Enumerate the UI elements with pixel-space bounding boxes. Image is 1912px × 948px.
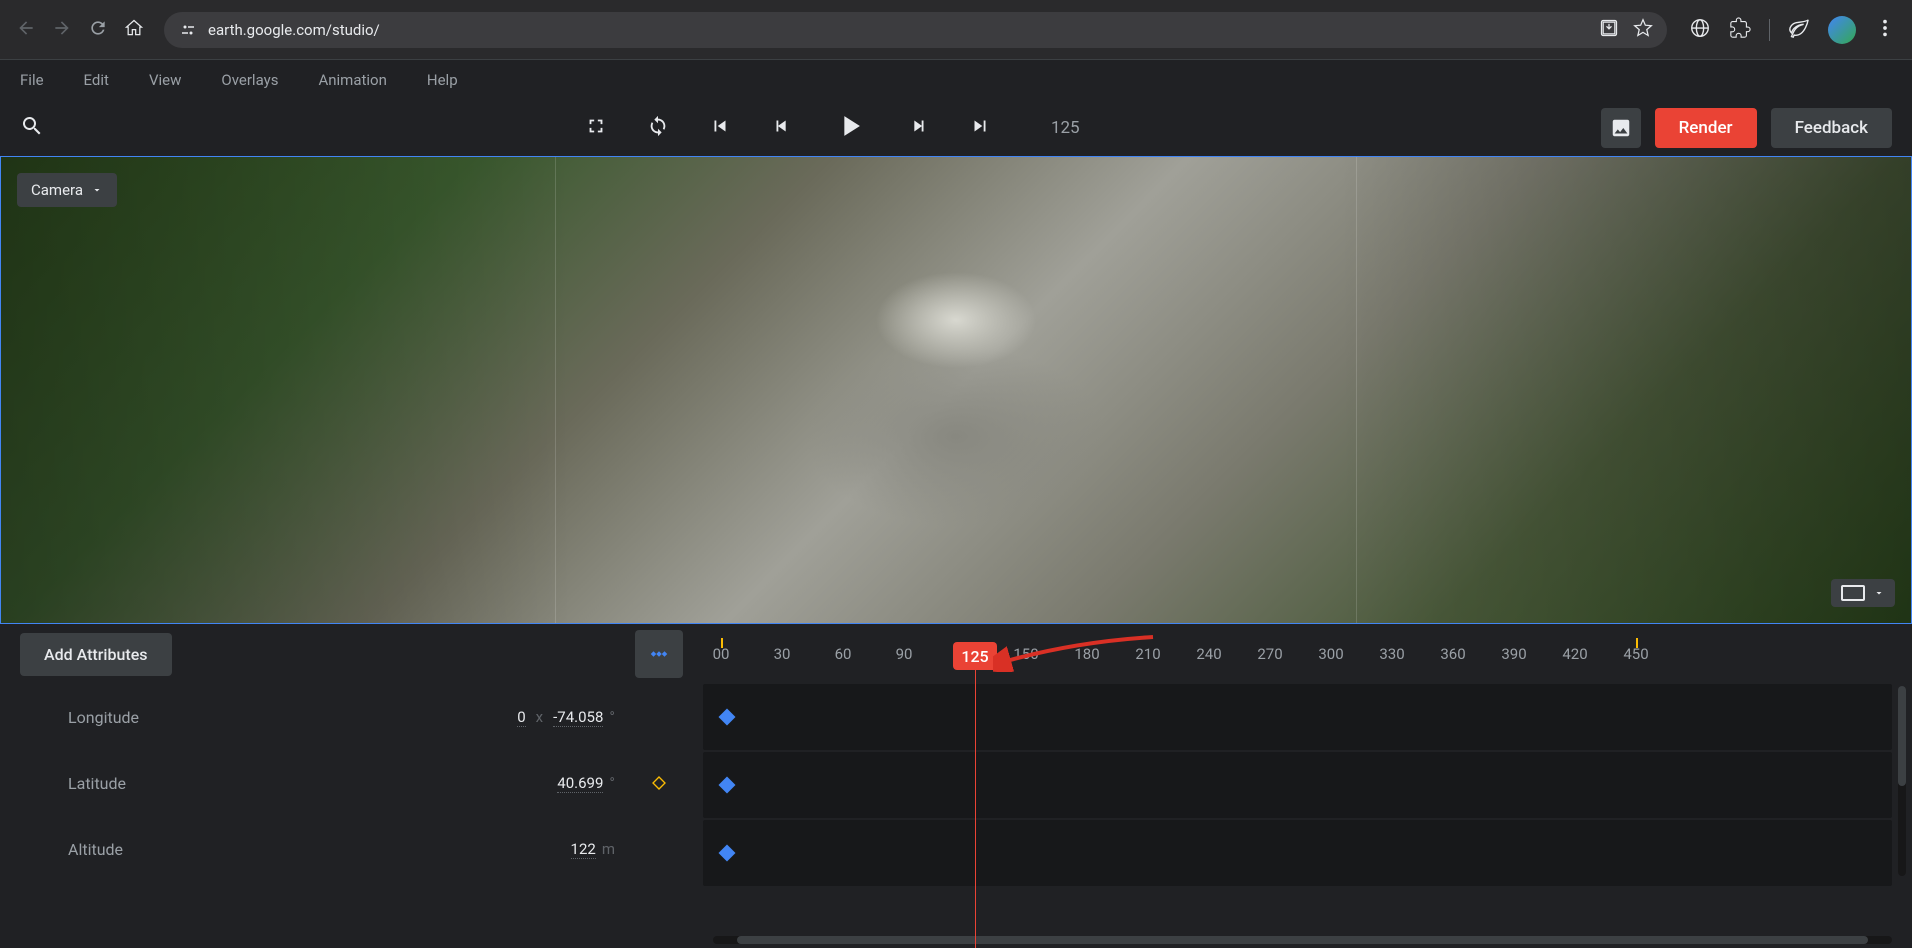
add-attributes-button[interactable]: Add Attributes [20, 633, 172, 676]
search-icon[interactable] [20, 123, 44, 142]
attr-row-latitude: Latitude 40.699 ° [0, 750, 703, 816]
ruler-tick: 00 [713, 645, 730, 663]
browser-chrome: earth.google.com/studio/ [0, 0, 1912, 60]
aspect-dropdown[interactable] [1831, 579, 1895, 607]
attr-label: Altitude [68, 840, 571, 859]
menu-help[interactable]: Help [427, 71, 458, 89]
menu-overlays[interactable]: Overlays [221, 71, 278, 89]
timeline-right: 00 30 60 90 150 180 210 240 270 300 330 … [703, 624, 1912, 948]
render-button[interactable]: Render [1655, 108, 1757, 148]
kebab-menu-icon[interactable] [1874, 17, 1896, 43]
camera-label: Camera [31, 181, 83, 199]
keyframe-diamond[interactable] [719, 777, 736, 794]
snapshot-button[interactable] [1601, 108, 1641, 148]
keyframe-toggle[interactable] [635, 775, 683, 791]
attr-label: Longitude [68, 708, 517, 727]
scrollbar-thumb[interactable] [737, 936, 1869, 944]
camera-dropdown[interactable]: Camera [17, 173, 117, 207]
track-altitude[interactable] [703, 820, 1892, 886]
skip-start-icon[interactable] [709, 115, 731, 141]
url-bar[interactable]: earth.google.com/studio/ [164, 12, 1667, 48]
step-forward-icon[interactable] [907, 115, 929, 141]
play-button[interactable] [833, 109, 867, 147]
ruler-tick: 360 [1440, 645, 1465, 663]
attr-value[interactable]: 40.699 ° [557, 774, 615, 793]
bookmark-icon[interactable] [1633, 18, 1653, 42]
chevron-down-icon [1873, 587, 1885, 599]
skip-end-icon[interactable] [969, 115, 991, 141]
diamond-outline-icon [651, 775, 667, 791]
menu-bar: File Edit View Overlays Animation Help [0, 60, 1912, 100]
scrollbar-vertical[interactable] [1898, 686, 1906, 876]
viewport-guide-right [1356, 157, 1357, 623]
extensions-icon[interactable] [1729, 17, 1751, 43]
toolbar: 125 Render Feedback [0, 100, 1912, 156]
track-longitude[interactable] [703, 684, 1892, 750]
viewport-overlay [1, 157, 1911, 623]
ruler-tick: 30 [774, 645, 791, 663]
ruler-tick: 90 [896, 645, 913, 663]
leaf-icon[interactable] [1788, 17, 1810, 43]
keyframe-diamond-icon [648, 643, 670, 665]
attr-value[interactable]: 122 m [571, 840, 615, 859]
reload-button[interactable] [88, 18, 108, 42]
attr-row-altitude: Altitude 122 m [0, 816, 703, 882]
keyframe-diamond[interactable] [719, 709, 736, 726]
menu-edit[interactable]: Edit [84, 71, 109, 89]
annotation-arrow [993, 632, 1163, 672]
viewport-guide-left [555, 157, 556, 623]
home-button[interactable] [124, 18, 144, 42]
range-end-marker[interactable] [1636, 638, 1638, 648]
step-back-icon[interactable] [771, 115, 793, 141]
attr-label: Latitude [68, 774, 557, 793]
menu-view[interactable]: View [149, 71, 181, 89]
nav-arrows [16, 18, 144, 42]
timeline-ruler[interactable]: 00 30 60 90 150 180 210 240 270 300 330 … [703, 624, 1912, 684]
attr-row-longitude: Longitude 0 x -74.058 ° [0, 684, 703, 750]
back-button[interactable] [16, 18, 36, 42]
scrollbar-thumb[interactable] [1898, 686, 1906, 786]
loop-icon[interactable] [647, 115, 669, 141]
site-settings-icon[interactable] [178, 20, 198, 40]
viewport[interactable]: Camera [0, 156, 1912, 624]
profile-avatar[interactable] [1828, 16, 1856, 44]
chevron-down-icon [91, 184, 103, 196]
fullscreen-icon[interactable] [585, 115, 607, 141]
feedback-button[interactable]: Feedback [1771, 108, 1892, 148]
scrollbar-horizontal[interactable] [713, 936, 1892, 944]
playhead[interactable]: 125 [953, 642, 997, 670]
frame-counter[interactable]: 125 [1051, 118, 1080, 138]
menu-animation[interactable]: Animation [318, 71, 386, 89]
ruler-tick: 60 [835, 645, 852, 663]
timeline-panel: Add Attributes Longitude 0 x -74.058 ° L… [0, 624, 1912, 948]
keyframe-all-toggle[interactable] [635, 630, 683, 678]
ruler-tick: 420 [1562, 645, 1587, 663]
playhead-line [975, 670, 976, 948]
menu-file[interactable]: File [20, 71, 44, 89]
attr-value[interactable]: 0 x -74.058 ° [517, 708, 615, 727]
track-latitude[interactable] [703, 752, 1892, 818]
ruler-tick: 270 [1257, 645, 1282, 663]
divider [1769, 19, 1770, 41]
aspect-icon [1841, 585, 1865, 601]
globe-icon[interactable] [1689, 17, 1711, 43]
ruler-tick: 300 [1318, 645, 1343, 663]
install-app-icon[interactable] [1599, 18, 1619, 42]
timeline-left: Add Attributes Longitude 0 x -74.058 ° L… [0, 624, 703, 948]
url-text: earth.google.com/studio/ [208, 21, 1589, 39]
ruler-tick: 330 [1379, 645, 1404, 663]
ruler-tick: 240 [1196, 645, 1221, 663]
forward-button[interactable] [52, 18, 72, 42]
keyframe-diamond[interactable] [719, 845, 736, 862]
ruler-tick: 390 [1501, 645, 1526, 663]
